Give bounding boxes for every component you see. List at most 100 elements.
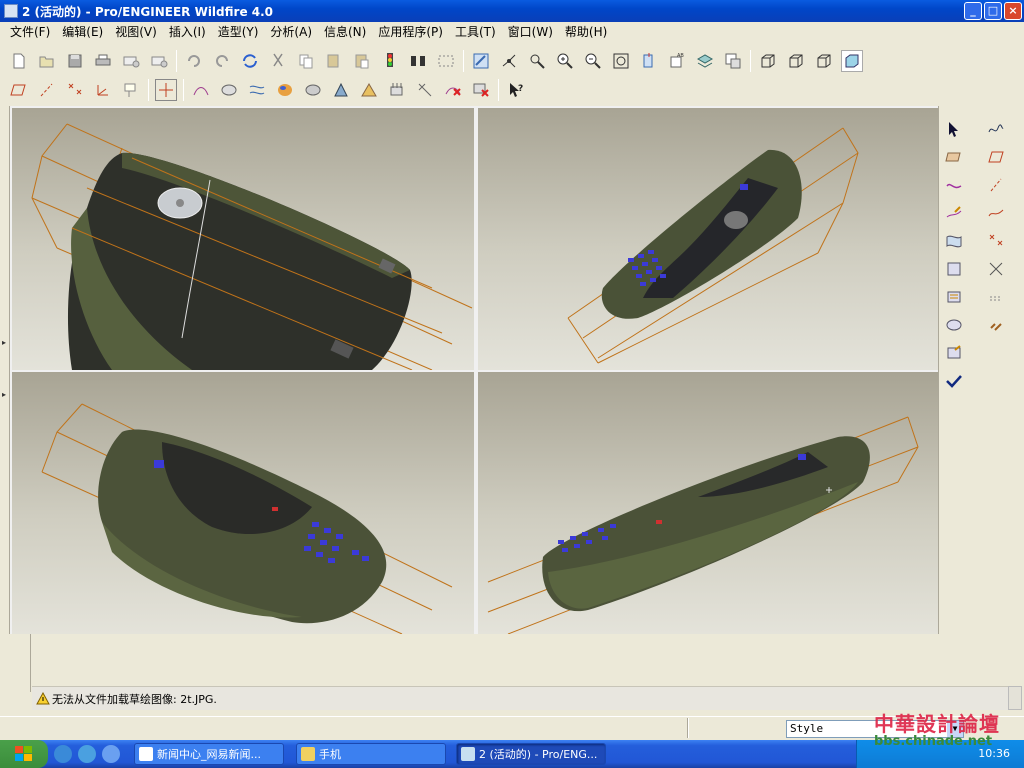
menu-insert[interactable]: 插入(I) — [163, 22, 212, 42]
grid-icon[interactable] — [155, 79, 177, 101]
expand-arrow-icon[interactable]: ▸ — [2, 390, 6, 399]
message-scrollbar[interactable] — [1008, 686, 1022, 710]
fill-surface-icon[interactable] — [943, 314, 965, 336]
wireframe-icon[interactable] — [757, 50, 779, 72]
point-icon[interactable] — [985, 230, 1007, 252]
orientation-icon[interactable] — [638, 50, 660, 72]
delete-surface-analysis-icon[interactable] — [470, 79, 492, 101]
link-icon[interactable] — [985, 314, 1007, 336]
cut-icon[interactable] — [267, 50, 289, 72]
zoom-in-icon[interactable] — [554, 50, 576, 72]
maximize-button[interactable]: □ — [984, 2, 1002, 20]
datum-plane-icon[interactable] — [8, 79, 30, 101]
email-icon[interactable] — [120, 50, 142, 72]
browser-icon[interactable] — [78, 745, 96, 763]
curvature-icon[interactable] — [358, 79, 380, 101]
viewport-top-left[interactable] — [12, 108, 474, 370]
whats-this-icon[interactable]: ? — [505, 79, 527, 101]
datum-axis-icon[interactable] — [36, 79, 58, 101]
ie-icon[interactable] — [54, 745, 72, 763]
viewport-top-right[interactable] — [478, 108, 940, 370]
quicklaunch-icon[interactable] — [102, 745, 120, 763]
spline-icon[interactable] — [985, 202, 1007, 224]
surface-analysis-icon[interactable] — [218, 79, 240, 101]
print-icon[interactable] — [92, 50, 114, 72]
shading-icon[interactable] — [841, 50, 863, 72]
surface-icon[interactable] — [943, 230, 965, 252]
offset-icon[interactable] — [386, 79, 408, 101]
axis-line-icon[interactable] — [985, 174, 1007, 196]
copy-icon[interactable] — [295, 50, 317, 72]
curve-analysis-icon[interactable] — [190, 79, 212, 101]
svg-text:?: ? — [518, 84, 523, 94]
slope-icon[interactable] — [330, 79, 352, 101]
traffic-light-icon[interactable] — [379, 50, 401, 72]
menu-view[interactable]: 视图(V) — [109, 22, 163, 42]
left-splitter[interactable]: ▸ ▸ — [0, 106, 10, 634]
start-button[interactable] — [0, 740, 48, 768]
no-hidden-icon[interactable] — [813, 50, 835, 72]
save-icon[interactable] — [64, 50, 86, 72]
menu-info[interactable]: 信息(N) — [318, 22, 372, 42]
free-curve-icon[interactable] — [943, 174, 965, 196]
new-icon[interactable] — [8, 50, 30, 72]
spin-center-icon[interactable] — [498, 50, 520, 72]
layers-icon[interactable] — [694, 50, 716, 72]
task-proe[interactable]: 2 (活动的) - Pro/ENG... — [456, 743, 606, 765]
datum-point-icon[interactable] — [64, 79, 86, 101]
menu-tools[interactable]: 工具(T) — [449, 22, 502, 42]
coordinate-system-icon[interactable] — [92, 79, 114, 101]
sketch-plane-icon[interactable] — [943, 146, 965, 168]
annotation-icon[interactable] — [120, 79, 142, 101]
select-box-icon[interactable] — [435, 50, 457, 72]
menu-applications[interactable]: 应用程序(P) — [372, 22, 449, 42]
menu-analysis[interactable]: 分析(A) — [264, 22, 318, 42]
menu-style[interactable]: 造型(Y) — [212, 22, 265, 42]
menu-window[interactable]: 窗口(W) — [502, 22, 559, 42]
hidden-line-icon[interactable] — [785, 50, 807, 72]
redo-icon[interactable] — [211, 50, 233, 72]
trim-icon[interactable] — [985, 258, 1007, 280]
minimize-button[interactable]: _ — [964, 2, 982, 20]
menu-edit[interactable]: 编辑(E) — [56, 22, 109, 42]
undo-icon[interactable] — [183, 50, 205, 72]
close-button[interactable]: × — [1004, 2, 1022, 20]
pencil-curve-icon[interactable] — [943, 202, 965, 224]
blend-icon[interactable] — [943, 286, 965, 308]
expand-arrow-icon[interactable]: ▸ — [2, 338, 6, 347]
viewport-bottom-left[interactable] — [12, 372, 474, 634]
done-check-icon[interactable] — [943, 370, 965, 392]
delete-analysis-icon[interactable] — [414, 79, 436, 101]
toolbar-separator — [176, 50, 177, 72]
refit-icon[interactable] — [610, 50, 632, 72]
warning-icon — [36, 692, 50, 705]
proe-icon — [461, 747, 475, 761]
paste-special-icon[interactable] — [351, 50, 373, 72]
regenerate-icon[interactable] — [239, 50, 261, 72]
paste-icon[interactable] — [323, 50, 345, 72]
select-arrow-icon[interactable] — [943, 118, 965, 140]
saved-views-icon[interactable]: AB — [666, 50, 688, 72]
binoculars-icon[interactable] — [407, 50, 429, 72]
edit-surface-icon[interactable] — [943, 342, 965, 364]
orient-icon[interactable] — [526, 50, 548, 72]
email-link-icon[interactable] — [148, 50, 170, 72]
curve-icon[interactable] — [985, 118, 1007, 140]
open-icon[interactable] — [36, 50, 58, 72]
viewport-bottom-right[interactable] — [478, 372, 940, 634]
repaint-icon[interactable] — [470, 50, 492, 72]
graphics-window[interactable] — [10, 106, 940, 634]
task-news[interactable]: 新闻中心_网易新闻... — [134, 743, 284, 765]
reflection-icon[interactable] — [246, 79, 268, 101]
offset-icon[interactable] — [985, 286, 1007, 308]
draft-icon[interactable] — [302, 79, 324, 101]
datum-plane-icon[interactable] — [985, 146, 1007, 168]
zoom-out-icon[interactable] — [582, 50, 604, 72]
boundary-surface-icon[interactable] — [943, 258, 965, 280]
task-folder[interactable]: 手机 — [296, 743, 446, 765]
hide-analysis-icon[interactable] — [442, 79, 464, 101]
view-manager-icon[interactable] — [722, 50, 744, 72]
menu-help[interactable]: 帮助(H) — [559, 22, 613, 42]
shade-analysis-icon[interactable] — [274, 79, 296, 101]
menu-file[interactable]: 文件(F) — [4, 22, 56, 42]
